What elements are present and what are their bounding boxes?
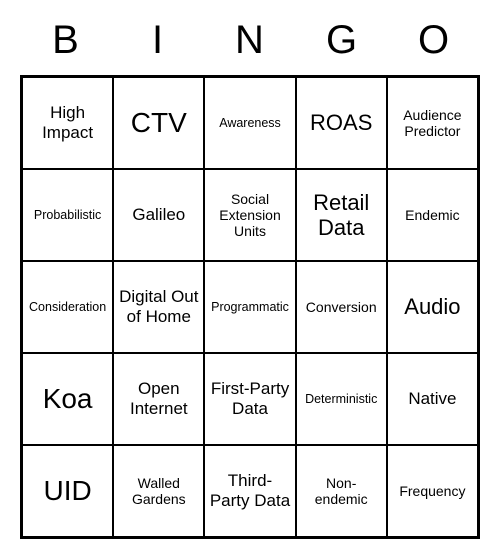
grid-row: High Impact CTV Awareness ROAS Audience … <box>22 77 478 169</box>
cell-text: Social Extension Units <box>209 191 290 239</box>
bingo-cell[interactable]: Koa <box>22 353 113 445</box>
cell-text: Conversion <box>306 299 377 315</box>
cell-text: Frequency <box>399 483 465 499</box>
bingo-cell[interactable]: Deterministic <box>296 353 387 445</box>
bingo-cell[interactable]: Programmatic <box>204 261 295 353</box>
cell-text: High Impact <box>27 103 108 142</box>
grid-row: Probabilistic Galileo Social Extension U… <box>22 169 478 261</box>
bingo-cell[interactable]: Conversion <box>296 261 387 353</box>
cell-text: Galileo <box>132 205 185 225</box>
cell-text: Non-endemic <box>301 475 382 507</box>
bingo-cell[interactable]: CTV <box>113 77 204 169</box>
grid-row: Consideration Digital Out of Home Progra… <box>22 261 478 353</box>
bingo-cell[interactable]: Endemic <box>387 169 478 261</box>
bingo-cell[interactable]: Walled Gardens <box>113 445 204 537</box>
bingo-cell[interactable]: Awareness <box>204 77 295 169</box>
bingo-cell[interactable]: ROAS <box>296 77 387 169</box>
cell-text: Koa <box>43 383 93 415</box>
bingo-cell[interactable]: Open Internet <box>113 353 204 445</box>
cell-text: Walled Gardens <box>118 475 199 507</box>
bingo-cell[interactable]: UID <box>22 445 113 537</box>
grid-row: Koa Open Internet First-Party Data Deter… <box>22 353 478 445</box>
bingo-grid: High Impact CTV Awareness ROAS Audience … <box>20 75 480 539</box>
cell-text: CTV <box>131 107 187 139</box>
cell-text: Programmatic <box>211 300 289 314</box>
cell-text: Endemic <box>405 207 459 223</box>
cell-text: Audio <box>404 294 460 319</box>
bingo-cell[interactable]: Audience Predictor <box>387 77 478 169</box>
grid-row: UID Walled Gardens Third-Party Data Non-… <box>22 445 478 537</box>
header-letter-b: B <box>20 18 112 63</box>
bingo-cell[interactable]: Third-Party Data <box>204 445 295 537</box>
cell-text: Consideration <box>29 300 106 314</box>
bingo-cell[interactable]: Consideration <box>22 261 113 353</box>
bingo-cell[interactable]: Galileo <box>113 169 204 261</box>
bingo-cell[interactable]: Audio <box>387 261 478 353</box>
cell-text: Digital Out of Home <box>118 287 199 326</box>
header-letter-n: N <box>204 18 296 63</box>
bingo-cell[interactable]: High Impact <box>22 77 113 169</box>
bingo-cell[interactable]: First-Party Data <box>204 353 295 445</box>
bingo-cell[interactable]: Social Extension Units <box>204 169 295 261</box>
bingo-cell[interactable]: Digital Out of Home <box>113 261 204 353</box>
cell-text: Audience Predictor <box>392 107 473 139</box>
header-letter-o: O <box>388 18 480 63</box>
bingo-cell[interactable]: Probabilistic <box>22 169 113 261</box>
bingo-header: B I N G O <box>20 18 480 63</box>
cell-text: ROAS <box>310 110 372 135</box>
cell-text: Third-Party Data <box>209 471 290 510</box>
cell-text: Open Internet <box>118 379 199 418</box>
cell-text: First-Party Data <box>209 379 290 418</box>
cell-text: Native <box>408 389 456 409</box>
cell-text: Deterministic <box>305 392 377 406</box>
header-letter-i: I <box>112 18 204 63</box>
bingo-cell[interactable]: Native <box>387 353 478 445</box>
header-letter-g: G <box>296 18 388 63</box>
bingo-cell[interactable]: Frequency <box>387 445 478 537</box>
bingo-cell[interactable]: Non-endemic <box>296 445 387 537</box>
cell-text: UID <box>43 475 91 507</box>
cell-text: Awareness <box>219 116 281 130</box>
cell-text: Probabilistic <box>34 208 101 222</box>
cell-text: Retail Data <box>301 190 382 241</box>
bingo-cell[interactable]: Retail Data <box>296 169 387 261</box>
